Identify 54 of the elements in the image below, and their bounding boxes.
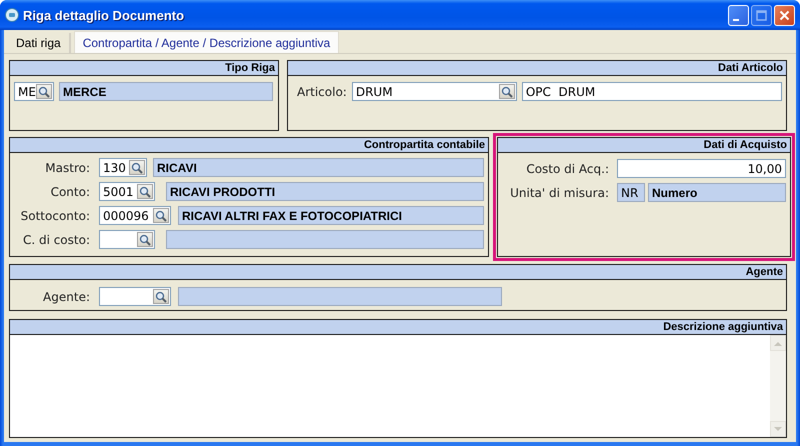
down-arrow-icon <box>774 426 782 432</box>
code-field[interactable]: 5001 <box>99 182 155 201</box>
cost-field[interactable]: 10,00 <box>617 159 786 178</box>
field-label: C. di costo: <box>22 232 90 246</box>
search-icon <box>155 210 167 222</box>
code-field[interactable] <box>99 230 155 249</box>
maximize-icon <box>755 8 768 22</box>
search-icon <box>139 186 151 198</box>
panel-title: Dati Articolo <box>718 62 783 74</box>
search-icon <box>155 290 167 302</box>
search-button[interactable] <box>129 160 145 175</box>
code-field[interactable]: DRUM <box>352 82 517 101</box>
search-icon <box>500 86 513 98</box>
code-field[interactable] <box>99 287 171 306</box>
description-field: RICAVI PRODOTTI <box>166 182 484 201</box>
search-button[interactable] <box>36 84 52 99</box>
minimize-button[interactable] <box>728 4 749 26</box>
app-icon <box>5 8 19 22</box>
up-arrow-icon <box>774 340 782 346</box>
field-label: Unita' di misura: <box>509 186 609 200</box>
panel-title: Agente <box>746 266 783 278</box>
close-icon <box>778 8 791 22</box>
panel-title: Dati di Acquisto <box>704 139 787 151</box>
field-label: Articolo: <box>297 84 347 98</box>
panel-title: Contropartita contabile <box>364 139 485 151</box>
description-field: RICAVI <box>153 158 484 177</box>
description-field: MERCE <box>59 82 273 101</box>
search-button[interactable] <box>137 232 153 247</box>
search-icon <box>38 86 50 98</box>
code-field[interactable]: 130 <box>99 158 147 177</box>
minimize-icon <box>733 18 739 20</box>
tab[interactable]: Dati riga <box>8 33 71 53</box>
search-icon <box>139 234 151 246</box>
panel-title: Descrizione aggiuntiva <box>663 321 783 333</box>
close-button[interactable] <box>774 4 795 26</box>
code-field[interactable]: ME <box>14 82 54 101</box>
description-field: Numero <box>648 183 786 202</box>
description-field: RICAVI ALTRI FAX E FOTOCOPIATRICI <box>178 206 484 225</box>
field-label: Sottoconto: <box>20 208 90 222</box>
field-label: Agente: <box>42 290 90 304</box>
code-field[interactable]: 000096 <box>99 206 171 225</box>
search-button[interactable] <box>498 84 515 99</box>
description-field[interactable]: OPC DRUM <box>522 82 782 101</box>
search-button[interactable] <box>153 208 169 223</box>
search-button[interactable] <box>137 184 153 199</box>
search-icon <box>131 162 143 174</box>
window-title: Riga dettaglio Documento <box>23 8 186 22</box>
search-button[interactable] <box>153 289 169 304</box>
unit-code-field: NR <box>617 183 645 202</box>
panel-title: Tipo Riga <box>225 62 275 74</box>
tab[interactable]: Contropartita / Agente / Descrizione aggiuntiva <box>74 31 340 53</box>
field-label: Costo di Acq.: <box>525 162 609 176</box>
field-label: Conto: <box>50 184 90 198</box>
field-label: Mastro: <box>44 160 90 174</box>
